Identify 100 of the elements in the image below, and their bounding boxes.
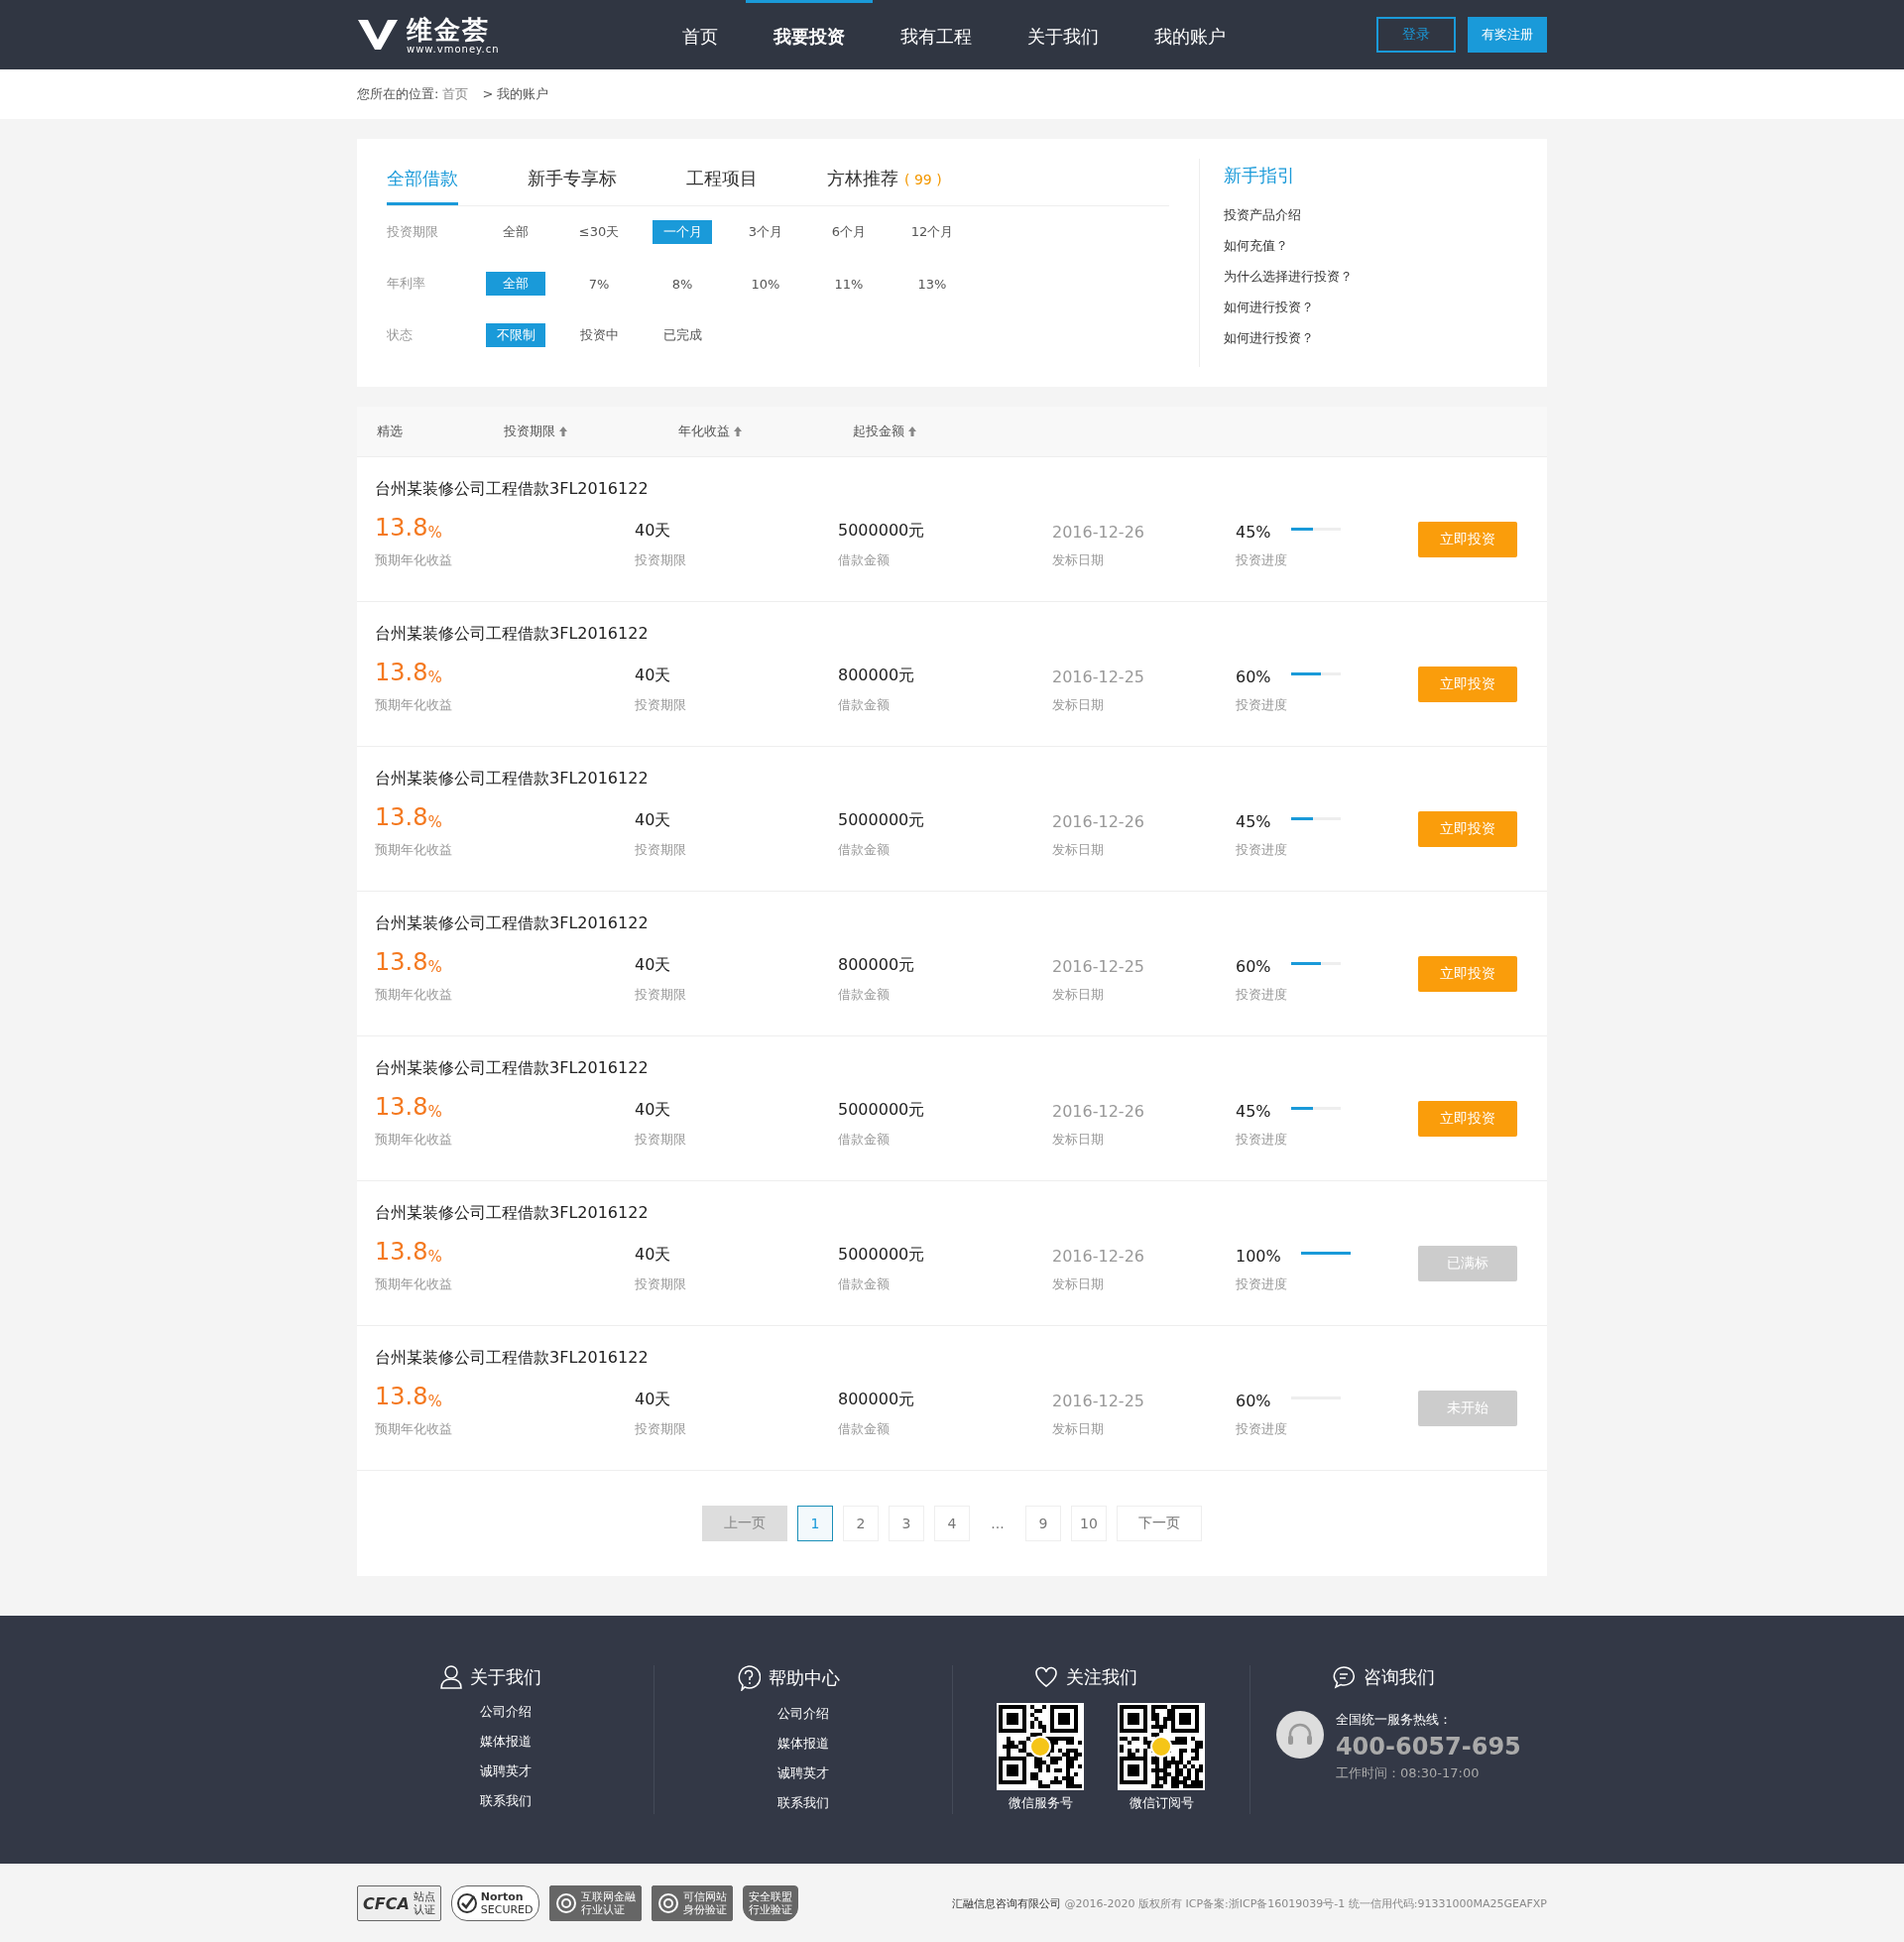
breadcrumb-current: > 我的账户 (482, 85, 549, 103)
login-button[interactable]: 登录 (1376, 17, 1456, 53)
rate-value: 13.8% (375, 1240, 443, 1266)
certification-badge[interactable]: 互联网金融 行业认证 (548, 1885, 642, 1921)
amount-label: 借款金额 (838, 696, 891, 714)
filter-option[interactable]: 12个月 (902, 220, 962, 244)
amount-value: 5000000元 (838, 520, 926, 542)
loan-title: 台州某装修公司工程借款3FL2016122 (375, 1348, 650, 1369)
term-value: 40天 (635, 1244, 672, 1266)
filter-option[interactable]: 8% (653, 272, 712, 296)
filter-option[interactable]: 3个月 (736, 220, 795, 244)
guide-link[interactable]: 投资产品介绍 (1224, 206, 1353, 224)
guide-link[interactable]: 为什么选择进行投资？ (1224, 268, 1353, 286)
footer-link[interactable]: 联系我们 (776, 1794, 829, 1812)
footer-heading: 关于我们 (469, 1665, 541, 1689)
footer-heading: 帮助中心 (768, 1666, 840, 1690)
filter-option[interactable]: 11% (819, 272, 879, 296)
rate-label: 预期年化收益 (375, 986, 453, 1004)
rate-value: 13.8% (375, 805, 443, 831)
term-label: 投资期限 (635, 551, 687, 569)
filter-option[interactable]: 13% (902, 272, 962, 296)
guide-link[interactable]: 如何充值？ (1224, 237, 1353, 255)
certification-badge[interactable]: 可信网站 身份验证 (651, 1885, 733, 1921)
progress-bar (1290, 1106, 1341, 1110)
page-ellipsis: ... (990, 1515, 1006, 1533)
progress-bar (1290, 671, 1341, 675)
tab[interactable]: 方林推荐 ( 99 ) (827, 159, 942, 205)
filter-option[interactable]: 投资中 (569, 323, 629, 347)
footer-link[interactable]: 公司介绍 (479, 1703, 532, 1721)
date-value: 2016-12-25 (1052, 667, 1145, 686)
amount-value: 800000元 (838, 1389, 916, 1410)
filter-option[interactable]: 10% (736, 272, 795, 296)
page-button[interactable]: 10 (1071, 1506, 1107, 1541)
tab[interactable]: 新手专享标 (528, 159, 617, 205)
progress-label: 投资进度 (1236, 1420, 1288, 1438)
nav-item[interactable]: 首页 (654, 0, 746, 69)
filter-option[interactable]: 7% (569, 272, 629, 296)
sort-option[interactable]: 投资期限 (504, 423, 678, 440)
rate-label: 预期年化收益 (375, 841, 453, 859)
loan-title: 台州某装修公司工程借款3FL2016122 (375, 1203, 650, 1224)
filter-option[interactable]: ≤30天 (569, 220, 629, 244)
amount-label: 借款金额 (838, 551, 891, 569)
guide-link[interactable]: 如何进行投资？ (1224, 299, 1353, 316)
progress-label: 投资进度 (1236, 986, 1288, 1004)
page-button[interactable]: 4 (934, 1506, 970, 1541)
certification-badge[interactable]: 安全联盟 行业验证 (742, 1885, 798, 1921)
nav-item[interactable]: 关于我们 (1000, 0, 1127, 69)
rate-label: 预期年化收益 (375, 1420, 453, 1438)
progress-bar (1290, 527, 1341, 531)
date-label: 发标日期 (1052, 1131, 1105, 1149)
footer-link[interactable]: 媒体报道 (479, 1733, 532, 1751)
rate-value: 13.8% (375, 1385, 443, 1410)
footer-link[interactable]: 诚聘英才 (776, 1764, 829, 1782)
progress-value: 45% (1236, 522, 1271, 542)
page-button[interactable]: 3 (889, 1506, 924, 1541)
sort-label[interactable]: 精选 (377, 423, 504, 440)
loan-title: 台州某装修公司工程借款3FL2016122 (375, 1058, 650, 1079)
footer-heading: 咨询我们 (1364, 1665, 1436, 1689)
sort-arrow-icon (559, 426, 567, 436)
copyright-text: 汇融信息咨询有限公司 @2016-2020 版权所有 ICP备案:浙ICP备16019039号-1 统一信用代码:91331000MA25GEAFXP (952, 1895, 1547, 1911)
page-button[interactable]: 9 (1025, 1506, 1061, 1541)
progress-label: 投资进度 (1236, 696, 1288, 714)
filter-option[interactable]: 已完成 (653, 323, 712, 347)
footer-link[interactable]: 联系我们 (479, 1792, 532, 1810)
progress-bar (1290, 961, 1341, 965)
guide-link[interactable]: 如何进行投资？ (1224, 329, 1353, 347)
filter-option[interactable]: 全部 (486, 220, 545, 244)
footer-link[interactable]: 诚聘英才 (479, 1762, 532, 1780)
filter-label: 投资期限 (387, 223, 439, 241)
footer-link[interactable]: 公司介绍 (776, 1705, 829, 1723)
page-button[interactable]: 2 (843, 1506, 879, 1541)
progress-label: 投资进度 (1236, 1131, 1288, 1149)
qr-code-icon (1118, 1703, 1206, 1790)
term-value: 40天 (635, 1389, 672, 1410)
breadcrumb-link[interactable]: 首页 (442, 85, 469, 103)
date-label: 发标日期 (1052, 1275, 1105, 1293)
nav-item[interactable]: 我的账户 (1127, 0, 1253, 69)
progress-bar (1300, 1251, 1351, 1255)
next-page-button[interactable]: 下一页 (1117, 1506, 1202, 1541)
logo-icon (357, 18, 399, 52)
filter-option[interactable]: 6个月 (819, 220, 879, 244)
hotline-label: 全国统一服务热线： (1335, 1711, 1453, 1729)
loan-title: 台州某装修公司工程借款3FL2016122 (375, 624, 650, 645)
footer-link[interactable]: 媒体报道 (776, 1735, 829, 1753)
date-label: 发标日期 (1052, 696, 1105, 714)
certification-badge[interactable]: Norton SECURED (450, 1885, 539, 1921)
amount-value: 5000000元 (838, 1244, 926, 1266)
tab[interactable]: 工程项目 (686, 159, 758, 205)
term-value: 40天 (635, 809, 672, 831)
progress-label: 投资进度 (1236, 1275, 1288, 1293)
sort-option[interactable]: 年化收益 (678, 423, 853, 440)
nav-item[interactable]: 我有工程 (873, 0, 1000, 69)
rate-label: 预期年化收益 (375, 1275, 453, 1293)
date-label: 发标日期 (1052, 1420, 1105, 1438)
term-value: 40天 (635, 1099, 672, 1121)
term-value: 40天 (635, 520, 672, 542)
qr-code-icon (997, 1703, 1085, 1790)
date-value: 2016-12-25 (1052, 956, 1145, 976)
date-label: 发标日期 (1052, 551, 1105, 569)
sort-option[interactable]: 起投金额 (853, 423, 1027, 440)
